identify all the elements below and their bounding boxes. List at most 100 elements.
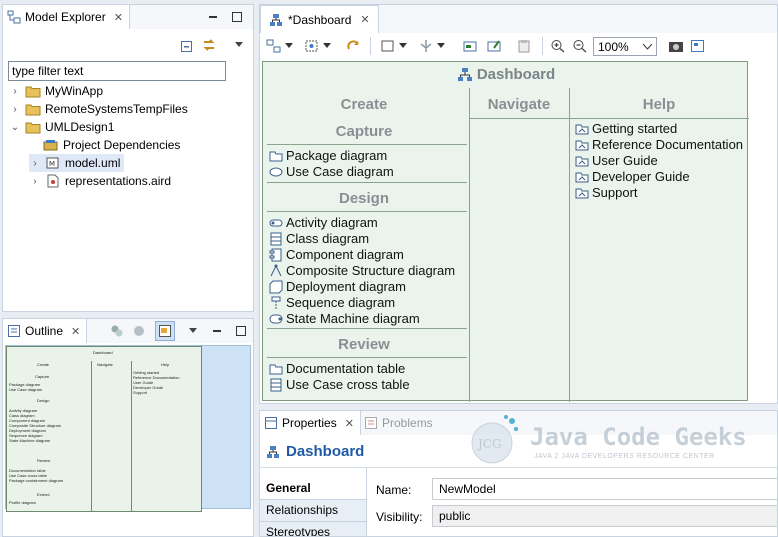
tree-item[interactable]: › representations.aird xyxy=(29,172,171,190)
tree-item[interactable]: › MyWinApp xyxy=(9,82,103,100)
editor-tabbar: *Dashboard ✕ xyxy=(260,5,777,33)
export-diagram-icon[interactable] xyxy=(690,38,706,54)
collapse-all-icon[interactable] xyxy=(179,37,195,53)
editor-toolbar: 100% xyxy=(260,33,777,59)
properties-tab-label: Properties xyxy=(282,416,337,430)
outline-create-text: Create xyxy=(37,362,50,367)
chevron-right-icon[interactable]: › xyxy=(29,176,41,187)
composite-structure-icon xyxy=(269,264,283,278)
name-label: Name: xyxy=(376,483,412,497)
dashboard-icon xyxy=(269,13,283,27)
help-link[interactable]: Support xyxy=(575,185,638,200)
outline-dashboard-thumbnail: Dashboard Create Navigate Help Capture D… xyxy=(6,346,202,512)
chevron-right-icon[interactable]: › xyxy=(29,158,41,169)
zoom-in-icon[interactable] xyxy=(550,38,566,54)
list-item[interactable]: Class diagram xyxy=(269,231,369,246)
close-icon[interactable]: ✕ xyxy=(345,417,354,430)
maximize-icon[interactable] xyxy=(229,9,245,25)
refresh-icon[interactable] xyxy=(346,38,362,54)
outline-tree-icon[interactable] xyxy=(109,323,125,339)
tab-properties[interactable]: Properties ✕ xyxy=(260,411,361,435)
edit-icon[interactable] xyxy=(486,38,502,54)
aird-file-icon xyxy=(45,174,61,188)
list-item[interactable]: Deployment diagram xyxy=(269,279,406,294)
arrange-icon[interactable] xyxy=(418,38,434,54)
close-icon[interactable]: ✕ xyxy=(114,11,123,24)
problems-tab-label: Problems xyxy=(382,416,433,430)
filters-icon[interactable] xyxy=(304,38,320,54)
name-field[interactable]: NewModel xyxy=(432,478,777,500)
chevron-down-icon[interactable] xyxy=(436,38,446,54)
help-link[interactable]: Reference Documentation xyxy=(575,137,743,152)
visibility-select[interactable]: public xyxy=(432,505,777,527)
maximize-icon[interactable] xyxy=(233,323,249,339)
pin-icon[interactable] xyxy=(462,38,478,54)
zoom-value: 100% xyxy=(598,40,629,54)
clipboard-icon[interactable] xyxy=(516,38,532,54)
visibility-label: Visibility: xyxy=(376,510,423,524)
dashboard-container: Dashboard Create Navigate Help Capture P… xyxy=(262,61,749,402)
chevron-down-icon[interactable]: ⌄ xyxy=(9,122,21,133)
minimize-icon[interactable] xyxy=(209,323,225,339)
help-link[interactable]: Getting started xyxy=(575,121,677,136)
close-icon[interactable]: ✕ xyxy=(360,13,369,26)
camera-icon[interactable] xyxy=(668,38,684,54)
tab-model-explorer[interactable]: Model Explorer ✕ xyxy=(3,5,130,29)
layers-icon[interactable] xyxy=(266,38,282,54)
tab-general[interactable]: General xyxy=(260,478,366,500)
zoom-out-icon[interactable] xyxy=(572,38,588,54)
zoom-select[interactable]: 100% xyxy=(593,37,657,56)
tree-item[interactable]: Project Dependencies xyxy=(43,136,180,154)
properties-heading: Dashboard xyxy=(286,443,365,460)
tab-outline[interactable]: Outline ✕ xyxy=(3,319,88,343)
list-item[interactable]: State Machine diagram xyxy=(269,311,420,326)
properties-view: Properties ✕ Problems JCG Java Code Geek… xyxy=(259,410,778,537)
tab-relationships[interactable]: Relationships xyxy=(260,500,366,522)
view-menu-icon[interactable] xyxy=(231,37,247,53)
section-capture-title: Capture xyxy=(335,123,393,140)
outline-tree-alt-icon[interactable] xyxy=(131,323,147,339)
help-folder-icon xyxy=(575,170,589,184)
list-item[interactable]: Use Case diagram xyxy=(269,164,394,179)
tree-item-label: RemoteSystemsTempFiles xyxy=(45,102,188,116)
minimize-icon[interactable] xyxy=(205,9,221,25)
tree-item[interactable]: › M model.uml xyxy=(29,154,125,172)
outline-overview[interactable]: Dashboard Create Navigate Help Capture D… xyxy=(5,345,251,512)
chevron-down-icon[interactable] xyxy=(284,38,294,54)
item-label: Deployment diagram xyxy=(286,279,406,294)
chevron-right-icon[interactable]: › xyxy=(9,104,21,115)
overview-icon[interactable] xyxy=(155,321,175,341)
list-item[interactable]: Documentation table xyxy=(269,361,405,376)
category-label: General xyxy=(266,481,311,495)
list-item[interactable]: Activity diagram xyxy=(269,215,378,230)
section-divider xyxy=(267,211,467,212)
chevron-right-icon[interactable]: › xyxy=(9,86,21,97)
list-item[interactable]: Component diagram xyxy=(269,247,404,262)
chevron-down-icon[interactable] xyxy=(643,44,652,50)
close-icon[interactable]: ✕ xyxy=(71,325,80,338)
item-label: Sequence diagram xyxy=(286,295,396,310)
chevron-down-icon[interactable] xyxy=(398,38,408,54)
chevron-down-icon[interactable] xyxy=(322,38,332,54)
list-item[interactable]: Use Case cross table xyxy=(269,377,410,392)
sequence-diagram-icon xyxy=(269,296,283,310)
view-menu-icon[interactable] xyxy=(185,323,201,339)
list-item[interactable]: Package diagram xyxy=(269,148,387,163)
tree-item-label: representations.aird xyxy=(65,174,172,188)
model-explorer-tabbar: Model Explorer ✕ xyxy=(3,5,253,29)
help-link[interactable]: User Guide xyxy=(575,153,658,168)
tab-problems[interactable]: Problems xyxy=(364,411,433,435)
diagram-canvas[interactable]: Dashboard Create Navigate Help Capture P… xyxy=(260,59,777,403)
list-item[interactable]: Sequence diagram xyxy=(269,295,395,310)
link-with-editor-icon[interactable] xyxy=(201,37,217,53)
tab-stereotypes[interactable]: Stereotypes xyxy=(260,522,366,536)
outline-tabbar: Outline ✕ xyxy=(3,319,253,343)
filter-input[interactable] xyxy=(8,61,226,81)
tab-dashboard[interactable]: *Dashboard ✕ xyxy=(260,5,379,33)
select-all-icon[interactable] xyxy=(380,38,396,54)
tree-item[interactable]: › RemoteSystemsTempFiles xyxy=(9,100,188,118)
list-item[interactable]: Composite Structure diagram xyxy=(269,263,455,278)
column-help-title: Help xyxy=(642,96,676,113)
tree-item[interactable]: ⌄ UMLDesign1 xyxy=(9,118,115,136)
help-link[interactable]: Developer Guide xyxy=(575,169,690,184)
